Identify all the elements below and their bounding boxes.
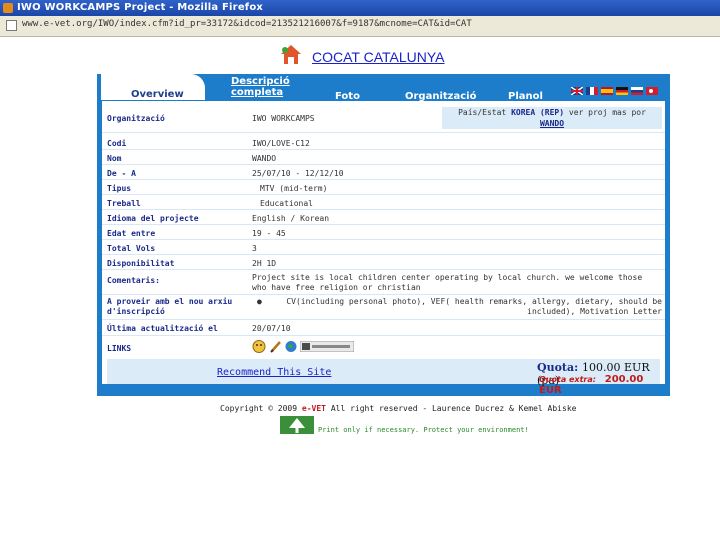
page-icon — [6, 20, 17, 31]
window-titlebar: IWO WORKCAMPS Project - Mozilla Firefox — [0, 0, 720, 16]
pais-mid: ver proj mas por — [568, 108, 646, 117]
tab-organitzacio[interactable]: Organització — [405, 74, 485, 102]
site-header: COCAT CATALUNYA — [0, 44, 720, 70]
field-label: Treball — [107, 199, 141, 208]
divider — [102, 269, 665, 270]
bullet-icon: ● — [257, 297, 262, 306]
window-title: IWO WORKCAMPS Project - Mozilla Firefox — [17, 2, 264, 13]
flag-fr-icon[interactable] — [586, 87, 598, 95]
tab-bar: Overview Descripció completa Foto Organi… — [97, 74, 670, 102]
quota-extra-label: Quota extra: — [539, 375, 596, 384]
project-panel: Overview Descripció completa Foto Organi… — [97, 74, 670, 396]
quota-extra: Quota extra: 200.00 EUR — [539, 374, 660, 396]
actualitzacio-value: 20/07/10 — [252, 324, 291, 333]
field-label: De - A — [107, 169, 136, 178]
field-label: Total Vols — [107, 244, 156, 253]
comentaris-label: Comentaris: — [107, 276, 160, 285]
divider — [102, 194, 665, 195]
field-value: 2H 1D — [252, 259, 277, 268]
flag-de-icon[interactable] — [616, 87, 628, 95]
pais-prefix: País/Estat — [458, 108, 507, 117]
quota-label: Quota: — [537, 361, 579, 374]
field-value: 19 - 45 — [252, 229, 286, 238]
divider — [102, 319, 665, 320]
field-label: Tipus — [107, 184, 132, 193]
country-box: País/Estat KOREA (REP) ver proj mas por … — [442, 107, 662, 129]
copyright: Copyright © 2009 e-VET All right reserve… — [220, 404, 576, 413]
face-icon[interactable] — [252, 340, 266, 353]
pencil-icon[interactable] — [270, 340, 282, 353]
firefox-icon — [3, 3, 13, 13]
flag-es-icon[interactable] — [601, 87, 613, 95]
field-label: Codi — [107, 139, 127, 148]
flag-ru-icon[interactable] — [631, 87, 643, 95]
tab-planol[interactable]: Planol — [508, 74, 558, 102]
tab-overview[interactable]: Overview — [101, 74, 205, 100]
divider — [102, 335, 665, 336]
comentaris-value: Project site is local children center op… — [252, 273, 643, 292]
eco-text: Print only if necessary. Protect your en… — [318, 426, 529, 434]
project-details: Organització IWO WORKCAMPS País/Estat KO… — [102, 101, 665, 396]
quota-bar: Recommend This Site Quota: 100.00 EUR (p… — [107, 359, 660, 396]
globe-icon[interactable] — [285, 340, 297, 353]
divider — [102, 254, 665, 255]
divider — [102, 132, 665, 133]
actualitzacio-label: Última actualització el — [107, 324, 218, 333]
tab-foto[interactable]: Foto — [335, 74, 375, 102]
field-label: Nom — [107, 154, 122, 163]
field-value: 25/07/10 - 12/12/10 — [252, 169, 344, 178]
a-proveir-label: A proveir amb el nou arxiu d'inscripció — [107, 297, 233, 316]
field-label: Disponibilitat — [107, 259, 175, 268]
tab-descripcio-label: Descripció completa — [231, 76, 290, 98]
copyright-text: Copyright © 2009 — [220, 404, 298, 413]
tab-overview-label: Overview — [131, 89, 184, 100]
divider — [102, 294, 665, 295]
organitzacio-value: IWO WORKCAMPS — [252, 114, 315, 123]
field-value: WANDO — [252, 154, 277, 163]
flag-uk-icon[interactable] — [571, 87, 583, 95]
organitzacio-label: Organització — [107, 114, 165, 123]
house-logo-icon — [281, 45, 301, 64]
field-label: Edat entre — [107, 229, 156, 238]
eco-tree-icon — [280, 416, 314, 434]
rights-text: All right reserved - Laurence Ducrez & K… — [330, 404, 577, 413]
partner-logo-icon[interactable] — [300, 341, 354, 352]
field-value: English / Korean — [252, 214, 330, 223]
pais-country: KOREA (REP) — [511, 108, 565, 117]
divider — [102, 179, 665, 180]
tab-descripcio[interactable]: Descripció completa — [231, 76, 301, 102]
field-label: Idioma del projecte — [107, 214, 199, 223]
divider — [102, 239, 665, 240]
field-value: IWO/LOVE-C12 — [252, 139, 310, 148]
field-value: 3 — [252, 244, 257, 253]
address-bar[interactable]: www.e-vet.org/IWO/index.cfm?id_pr=33172&… — [0, 16, 720, 37]
divider — [102, 149, 665, 150]
links-label: LINKS — [107, 344, 132, 353]
field-value: MTV (mid-term) — [260, 184, 328, 193]
brand-text[interactable]: e-VET — [302, 404, 326, 413]
divider — [102, 164, 665, 165]
divider — [102, 209, 665, 210]
url-text[interactable]: www.e-vet.org/IWO/index.cfm?id_pr=33172&… — [22, 19, 472, 29]
site-title-link[interactable]: COCAT CATALUNYA — [312, 49, 445, 65]
flag-tr-icon[interactable] — [646, 87, 658, 95]
pais-name-link[interactable]: WANDO — [540, 119, 564, 128]
recommend-link[interactable]: Recommend This Site — [217, 367, 331, 378]
divider — [102, 224, 665, 225]
field-value: Educational — [260, 199, 313, 208]
a-proveir-value: CV(including personal photo), VEF( healt… — [286, 297, 662, 316]
